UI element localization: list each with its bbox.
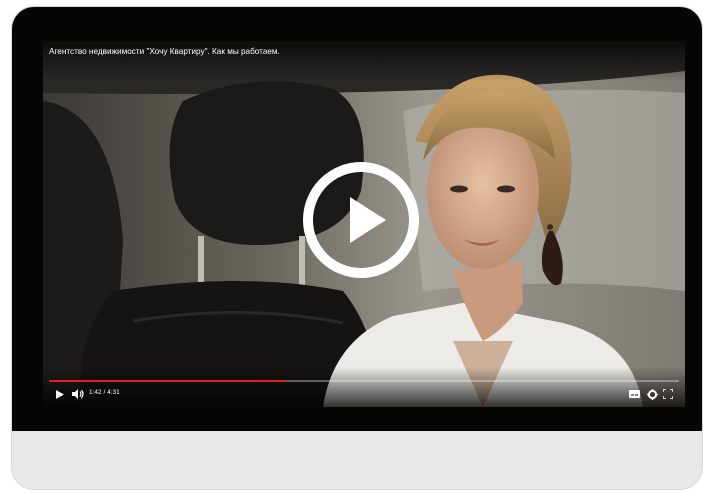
fullscreen-button[interactable] xyxy=(661,384,675,404)
settings-icon xyxy=(646,388,658,400)
time-display: 1:42 / 4:31 xyxy=(89,389,120,396)
big-play-button[interactable] xyxy=(302,161,420,279)
progress-bar[interactable] xyxy=(49,380,679,382)
subtitles-button[interactable] xyxy=(627,384,641,404)
progress-played xyxy=(49,380,286,382)
player-controls: 1:42 / 4:31 xyxy=(43,384,685,404)
video-title[interactable]: Агентство недвижимости "Хочу Квартиру". … xyxy=(49,47,280,56)
subtitles-icon xyxy=(628,390,640,398)
play-button[interactable] xyxy=(53,384,67,404)
volume-icon xyxy=(72,389,84,399)
play-icon xyxy=(56,389,64,399)
volume-button[interactable] xyxy=(70,384,86,404)
play-icon xyxy=(303,162,419,278)
video-player[interactable]: Агентство недвижимости "Хочу Квартиру". … xyxy=(43,41,685,407)
fullscreen-icon xyxy=(663,389,673,399)
settings-button[interactable] xyxy=(645,384,659,404)
monitor-chin xyxy=(12,431,702,489)
monitor-frame: Агентство недвижимости "Хочу Квартиру". … xyxy=(12,7,702,489)
